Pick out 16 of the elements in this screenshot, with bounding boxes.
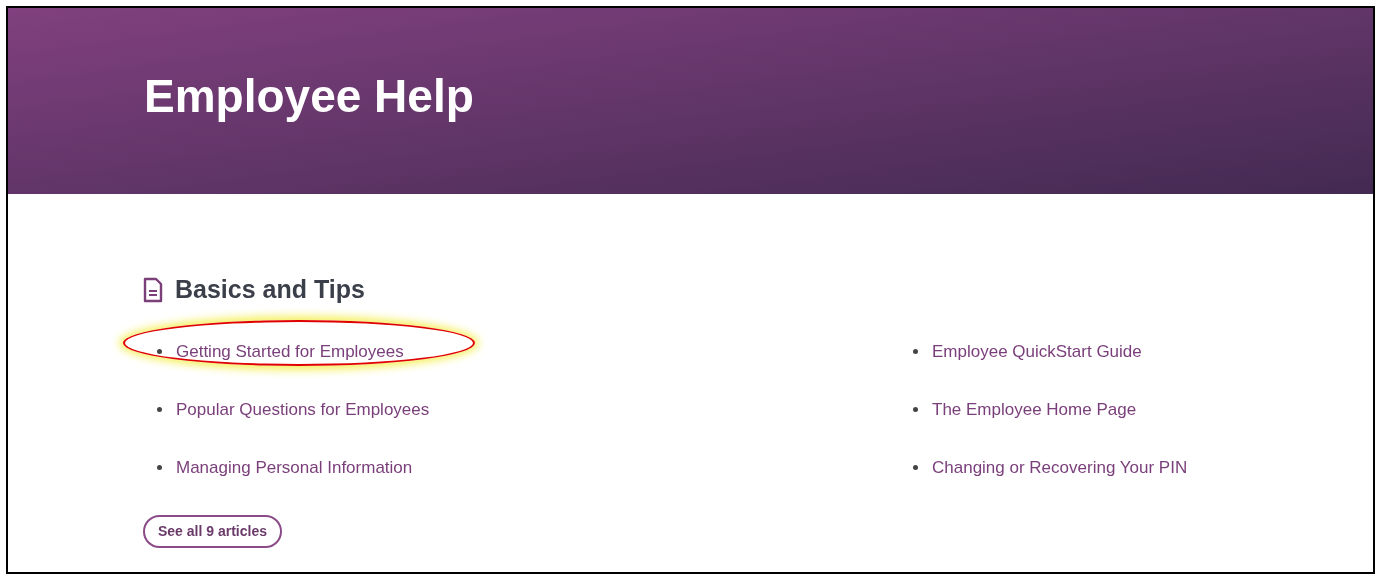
article-link[interactable]: Getting Started for Employees xyxy=(176,338,404,365)
page-title: Employee Help xyxy=(144,68,474,124)
article-link[interactable]: Managing Personal Information xyxy=(176,454,413,481)
article-link[interactable]: Popular Questions for Employees xyxy=(176,396,430,423)
bullet-icon xyxy=(913,407,918,412)
article-link[interactable]: Employee QuickStart Guide xyxy=(932,338,1142,365)
article-link[interactable]: Changing or Recovering Your PIN xyxy=(932,454,1188,481)
bullet-icon xyxy=(913,465,918,470)
article-link[interactable]: The Employee Home Page xyxy=(932,396,1137,423)
see-all-articles-button[interactable]: See all 9 articles xyxy=(143,514,282,548)
section-heading: Basics and Tips xyxy=(175,274,365,305)
bullet-icon xyxy=(157,465,162,470)
bullet-icon xyxy=(157,349,162,354)
bullet-icon xyxy=(157,407,162,412)
document-icon xyxy=(143,276,163,303)
bullet-icon xyxy=(913,349,918,354)
